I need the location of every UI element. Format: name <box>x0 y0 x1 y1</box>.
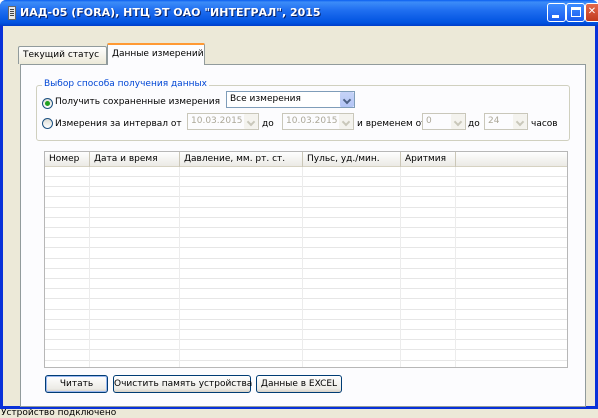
table-row[interactable] <box>45 340 567 351</box>
hours-label: часов <box>531 119 558 129</box>
maximize-icon <box>571 7 581 17</box>
date-to-picker[interactable]: 10.03.2015 <box>282 113 354 130</box>
hour-from-value: 0 <box>426 116 432 126</box>
tab-label: Данные измерений <box>112 49 204 59</box>
column-header-arrhythmia[interactable]: Аритмия <box>401 152 456 167</box>
column-divider <box>89 167 90 367</box>
radio-saved-measurements-label[interactable]: Получить сохраненные измерения <box>55 97 220 107</box>
tab-measurement-data[interactable]: Данные измерений <box>107 43 205 65</box>
chevron-down-icon[interactable] <box>339 92 354 107</box>
table-row[interactable] <box>45 279 567 290</box>
table-row[interactable] <box>45 289 567 300</box>
chevron-down-icon[interactable] <box>450 114 465 129</box>
close-button[interactable]: ✕ <box>585 3 598 22</box>
radio-interval-measurements[interactable] <box>42 118 53 129</box>
radio-saved-measurements[interactable] <box>42 98 53 109</box>
hour-to-select[interactable]: 24 <box>484 113 528 130</box>
table-row[interactable] <box>45 300 567 310</box>
chevron-down-icon[interactable] <box>338 114 353 129</box>
date-to-label: до <box>262 119 274 129</box>
maximize-button[interactable] <box>566 3 585 22</box>
column-header-number[interactable]: Номер <box>45 152 90 167</box>
measurements-select-value: Все измерения <box>230 94 301 104</box>
column-header-pressure[interactable]: Давление, мм. рт. ст. <box>180 152 303 167</box>
hour-from-select[interactable]: 0 <box>422 113 466 130</box>
table-row[interactable] <box>45 320 567 330</box>
table-row[interactable] <box>45 218 567 228</box>
table-row[interactable] <box>45 198 567 208</box>
read-button[interactable]: Читать <box>45 375 108 393</box>
date-to-value: 10.03.2015 <box>286 116 338 126</box>
tab-current-status[interactable]: Текущий статус <box>18 46 107 64</box>
table-row[interactable] <box>45 269 567 279</box>
export-excel-button[interactable]: Данные в EXCEL <box>256 375 342 393</box>
measurements-table[interactable]: Номер Дата и время Давление, мм. рт. ст.… <box>44 151 568 368</box>
column-divider <box>400 167 401 367</box>
table-row[interactable] <box>45 361 567 367</box>
table-header: Номер Дата и время Давление, мм. рт. ст.… <box>45 152 567 167</box>
table-row[interactable] <box>45 259 567 269</box>
column-divider <box>302 167 303 367</box>
column-divider <box>179 167 180 367</box>
data-source-group-title: Выбор способа получения данных <box>42 79 209 89</box>
app-icon[interactable] <box>8 6 16 20</box>
table-row[interactable] <box>45 187 567 198</box>
status-bar: Устройство подключено <box>0 409 598 418</box>
close-icon: ✕ <box>587 6 597 17</box>
table-row[interactable] <box>45 228 567 239</box>
clear-memory-button[interactable]: Очистить память устройства <box>113 375 252 393</box>
date-from-value: 10.03.2015 <box>191 116 243 126</box>
date-from-picker[interactable]: 10.03.2015 <box>187 113 259 130</box>
column-header-datetime[interactable]: Дата и время <box>90 152 180 167</box>
title-bar[interactable]: ИАД-05 (FORA), НТЦ ЭТ ОАО "ИНТЕГРАЛ", 20… <box>0 0 598 26</box>
table-row[interactable] <box>45 177 567 188</box>
minimize-icon <box>552 15 559 18</box>
column-divider <box>455 167 456 367</box>
table-row[interactable] <box>45 330 567 341</box>
column-header-pulse[interactable]: Пульс, уд./мин. <box>303 152 401 167</box>
time-from-label: и временем от <box>357 119 427 129</box>
window-title: ИАД-05 (FORA), НТЦ ЭТ ОАО "ИНТЕГРАЛ", 20… <box>20 6 321 19</box>
minimize-button[interactable] <box>547 3 566 22</box>
status-text: Устройство подключено <box>1 409 117 418</box>
table-row[interactable] <box>45 351 567 361</box>
chevron-down-icon[interactable] <box>512 114 527 129</box>
chevron-down-icon[interactable] <box>243 114 258 129</box>
measurements-select[interactable]: Все измерения <box>226 91 355 108</box>
table-row[interactable] <box>45 249 567 259</box>
table-row[interactable] <box>45 238 567 249</box>
hour-to-value: 24 <box>488 116 500 126</box>
tab-label: Текущий статус <box>23 50 100 60</box>
radio-interval-label[interactable]: Измерения за интервал от <box>55 119 182 129</box>
table-row[interactable] <box>45 310 567 320</box>
hour-to-label: до <box>468 119 480 129</box>
table-row[interactable] <box>45 208 567 218</box>
table-row[interactable] <box>45 167 567 177</box>
